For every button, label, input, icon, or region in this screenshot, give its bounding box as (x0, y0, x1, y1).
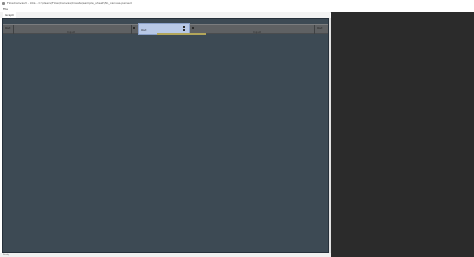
strip-divider (13, 25, 14, 34)
strip-node-sub[interactable]: Input (67, 30, 75, 34)
status-bar: Ready (0, 253, 331, 257)
strip-node-title[interactable]: Out (5, 26, 10, 30)
port-icon[interactable] (183, 29, 185, 31)
properties-panel (331, 12, 474, 257)
app-icon (2, 2, 5, 5)
graph-canvas[interactable]: Out Input Input Out Out (2, 18, 329, 253)
selected-node-title: Out (141, 28, 147, 32)
selected-node-result-bar[interactable] (157, 33, 206, 35)
port-icon[interactable] (133, 27, 135, 29)
port-icon[interactable] (192, 27, 194, 29)
strip-node-title[interactable]: Out (317, 26, 322, 30)
title-bar: FlowCanvas3 - Iota - C:\Users\Flow\Canva… (0, 0, 474, 7)
port-icon[interactable] (183, 26, 185, 28)
strip-node-sub[interactable]: Input (253, 30, 261, 34)
status-text: Ready (3, 254, 10, 256)
strip-divider (314, 25, 315, 34)
window-title: FlowCanvas3 - Iota - C:\Users\Flow\Canva… (7, 1, 132, 5)
strip-divider (131, 25, 132, 34)
